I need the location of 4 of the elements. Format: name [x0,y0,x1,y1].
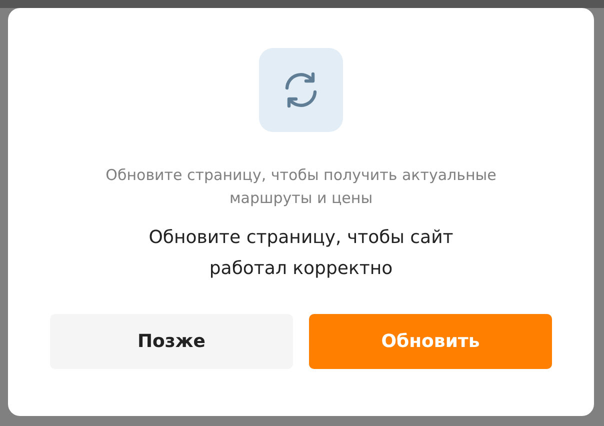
refresh-icon [259,48,343,132]
later-button[interactable]: Позже [50,314,293,369]
hint-text: Обновите страницу, чтобы получить актуальные маршруты и цены [104,165,498,209]
message-text: Обновите страницу, чтобы сайт работал корректно [148,226,454,281]
